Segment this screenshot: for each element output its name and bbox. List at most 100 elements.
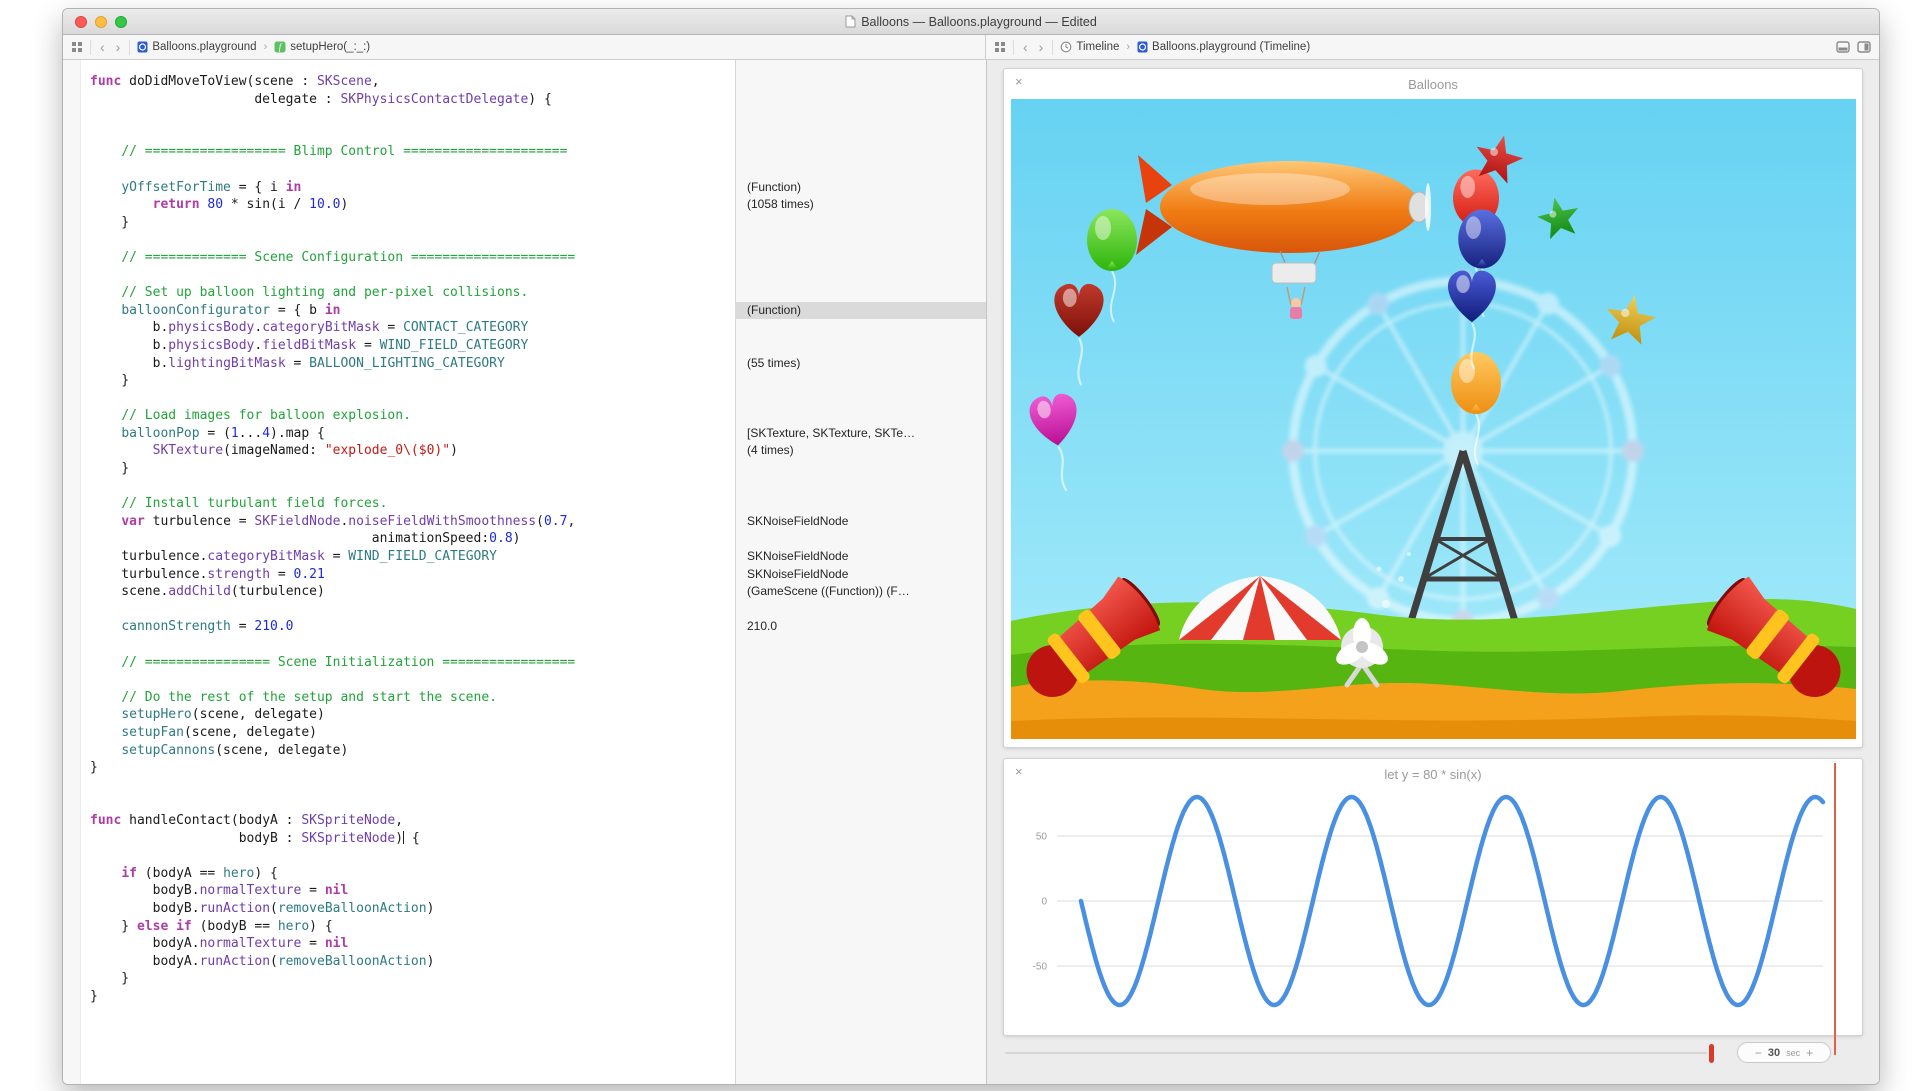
code-text[interactable]: yOffsetForTime = { i in <box>63 179 735 197</box>
code-text[interactable] <box>63 108 735 126</box>
source-editor[interactable]: func doDidMoveToView(scene : SKScene, de… <box>63 60 986 1084</box>
title-bar[interactable]: Balloons — Balloons.playground — Edited <box>63 9 1879 35</box>
chart-gridlines <box>1057 836 1823 966</box>
scrubber-thumb[interactable] <box>1709 1044 1714 1063</box>
code-text[interactable] <box>63 636 735 654</box>
code-text[interactable]: // ================== Blimp Control ====… <box>63 143 735 161</box>
breadcrumb-timeline[interactable]: Timeline <box>1060 41 1119 53</box>
code-text[interactable]: // Do the rest of the setup and start th… <box>63 689 735 707</box>
breadcrumb-timeline-doc[interactable]: Balloons.playground (Timeline) <box>1137 41 1310 53</box>
code-text[interactable]: // ============= Scene Configuration ===… <box>63 249 735 267</box>
code-text[interactable] <box>63 231 735 249</box>
code-text[interactable] <box>63 671 735 689</box>
code-text[interactable]: func doDidMoveToView(scene : SKScene, <box>63 73 735 91</box>
code-line <box>63 126 986 144</box>
forward-button[interactable]: › <box>1037 40 1046 54</box>
duration-decrease-button[interactable]: − <box>1755 1047 1762 1059</box>
code-text[interactable]: b.physicsBody.categoryBitMask = CONTACT_… <box>63 319 735 337</box>
breadcrumb-function[interactable]: f setupHero(_:_:) <box>274 41 370 53</box>
code-text[interactable]: delegate : SKPhysicsContactDelegate) { <box>63 91 735 109</box>
code-text[interactable] <box>63 126 735 144</box>
code-text[interactable]: // Install turbulant field forces. <box>63 495 735 513</box>
code-text[interactable]: } <box>63 759 735 777</box>
document-proxy-icon[interactable] <box>845 15 856 28</box>
code-text[interactable]: setupCannons(scene, delegate) <box>63 742 735 760</box>
close-icon[interactable]: × <box>1015 765 1023 778</box>
code-text[interactable]: b.lightingBitMask = BALLOON_LIGHTING_CAT… <box>63 355 735 373</box>
code-line <box>63 601 986 619</box>
code-text[interactable]: balloonConfigurator = { b in <box>63 302 735 320</box>
breadcrumb-file[interactable]: Balloons.playground <box>137 41 256 53</box>
jump-bars: ‹ › Balloons.playground › f setupHero(_:… <box>63 35 1879 60</box>
back-button[interactable]: ‹ <box>98 40 107 54</box>
close-icon[interactable]: × <box>1015 75 1023 88</box>
code-text[interactable]: return 80 * sin(i / 10.0) <box>63 196 735 214</box>
code-text[interactable]: balloonPop = (1...4).map { <box>63 425 735 443</box>
code-text[interactable]: // Set up balloon lighting and per-pixel… <box>63 284 735 302</box>
result-value[interactable]: SKNoiseFieldNode <box>735 513 986 531</box>
code-text[interactable] <box>63 794 735 812</box>
code-text[interactable]: turbulence.categoryBitMask = WIND_FIELD_… <box>63 548 735 566</box>
back-button[interactable]: ‹ <box>1021 40 1030 54</box>
code-text[interactable]: } <box>63 214 735 232</box>
bottom-panel-icon[interactable] <box>1836 41 1850 53</box>
result-empty <box>735 953 986 971</box>
result-value[interactable]: (1058 times) <box>735 196 986 214</box>
result-value[interactable]: SKNoiseFieldNode <box>735 566 986 584</box>
code-text[interactable] <box>63 390 735 408</box>
right-panel-icon[interactable] <box>1857 41 1871 53</box>
result-value[interactable]: 210.0 <box>735 618 986 636</box>
code-text[interactable] <box>63 478 735 496</box>
minimize-window-button[interactable] <box>95 16 107 28</box>
code-line: b.lightingBitMask = BALLOON_LIGHTING_CAT… <box>63 355 986 373</box>
code-text[interactable] <box>63 267 735 285</box>
code-text[interactable]: func handleContact(bodyA : SKSpriteNode, <box>63 812 735 830</box>
code-text[interactable]: bodyA.normalTexture = nil <box>63 935 735 953</box>
breadcrumb-separator: › <box>1126 41 1130 53</box>
result-empty <box>735 970 986 988</box>
code-text[interactable]: var turbulence = SKFieldNode.noiseFieldW… <box>63 513 735 531</box>
code-text[interactable]: } <box>63 372 735 390</box>
code-text[interactable]: } <box>63 460 735 478</box>
code-text[interactable] <box>63 161 735 179</box>
timeline-playhead[interactable] <box>1834 763 1836 1055</box>
duration-increase-button[interactable]: + <box>1806 1047 1813 1059</box>
result-value[interactable]: [SKTexture, SKTexture, SKTe… <box>735 425 986 443</box>
code-text[interactable]: cannonStrength = 210.0 <box>63 618 735 636</box>
code-text[interactable]: b.physicsBody.fieldBitMask = WIND_FIELD_… <box>63 337 735 355</box>
code-text[interactable]: turbulence.strength = 0.21 <box>63 566 735 584</box>
forward-button[interactable]: › <box>114 40 123 54</box>
result-empty <box>735 935 986 953</box>
code-text[interactable]: setupFan(scene, delegate) <box>63 724 735 742</box>
code-text[interactable] <box>63 847 735 865</box>
code-text[interactable]: animationSpeed:0.8) <box>63 530 735 548</box>
code-text[interactable]: bodyB.runAction(removeBalloonAction) <box>63 900 735 918</box>
code-text[interactable]: bodyA.runAction(removeBalloonAction) <box>63 953 735 971</box>
code-text[interactable]: bodyB : SKSpriteNode) { <box>63 830 735 848</box>
related-items-icon[interactable] <box>71 41 83 53</box>
result-value[interactable]: SKNoiseFieldNode <box>735 548 986 566</box>
code-text[interactable]: setupHero(scene, delegate) <box>63 706 735 724</box>
result-value[interactable]: (4 times) <box>735 442 986 460</box>
code-text[interactable]: // Load images for balloon explosion. <box>63 407 735 425</box>
code-text[interactable]: if (bodyA == hero) { <box>63 865 735 883</box>
code-text[interactable] <box>63 777 735 795</box>
scrubber-track[interactable] <box>1005 1052 1707 1054</box>
code-text[interactable]: } <box>63 988 735 1006</box>
code-line: bodyB.runAction(removeBalloonAction) <box>63 900 986 918</box>
close-window-button[interactable] <box>75 16 87 28</box>
result-value[interactable]: (Function) <box>735 179 986 197</box>
code-text[interactable]: } else if (bodyB == hero) { <box>63 918 735 936</box>
zoom-window-button[interactable] <box>115 16 127 28</box>
result-value[interactable]: (GameScene ((Function)) (F… <box>735 583 986 601</box>
result-value[interactable]: (55 times) <box>735 355 986 373</box>
result-value[interactable]: (Function) <box>735 302 986 320</box>
code-text[interactable]: // ================ Scene Initialization… <box>63 654 735 672</box>
code-text[interactable]: SKTexture(imageNamed: "explode_0\($0)") <box>63 442 735 460</box>
code-text[interactable]: } <box>63 970 735 988</box>
code-text[interactable] <box>63 601 735 619</box>
related-items-icon[interactable] <box>994 41 1006 53</box>
code-text[interactable]: scene.addChild(turbulence) <box>63 583 735 601</box>
duration-stepper[interactable]: − 30 sec + <box>1737 1042 1831 1063</box>
code-text[interactable]: bodyB.normalTexture = nil <box>63 882 735 900</box>
